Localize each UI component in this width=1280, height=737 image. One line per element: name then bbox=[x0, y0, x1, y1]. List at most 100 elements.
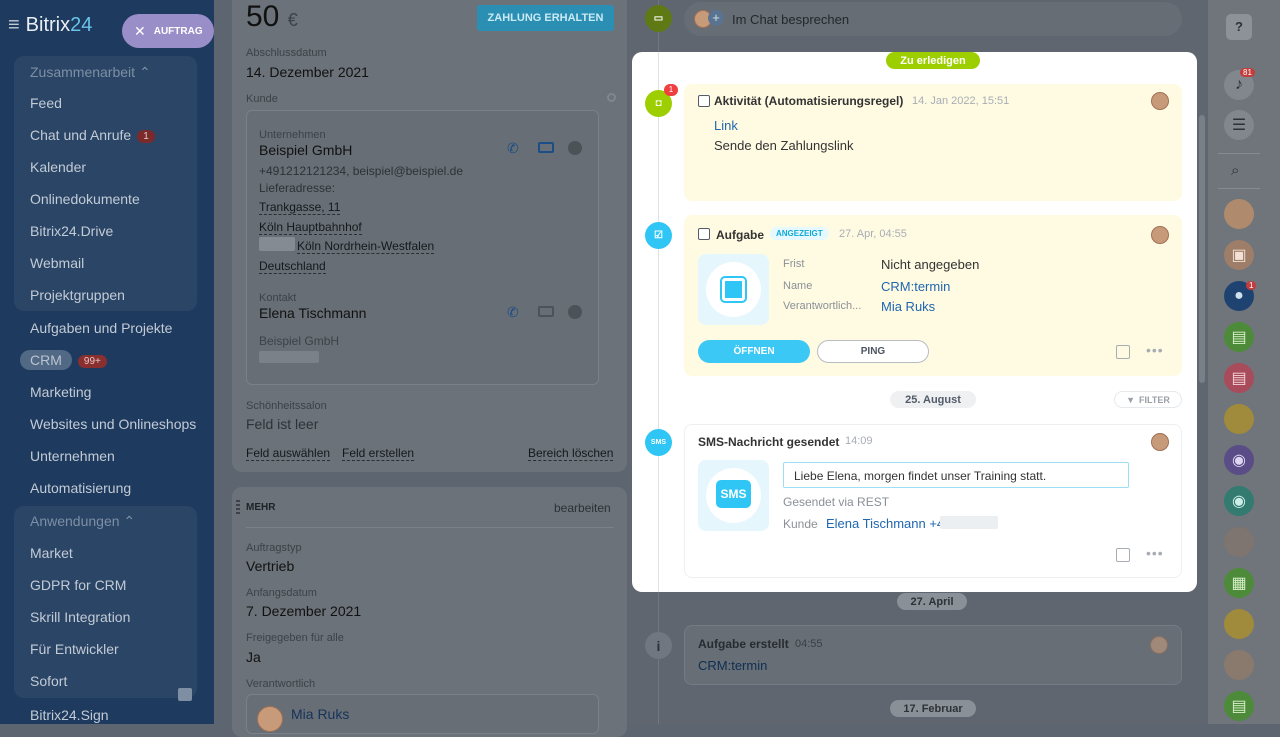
type-value: Vertrieb bbox=[246, 558, 295, 574]
task-name-value[interactable]: CRM:termin bbox=[881, 279, 950, 294]
activity-text: Sende den Zahlungslink bbox=[714, 138, 854, 153]
address-city[interactable]: Köln Nordrhein-Westfalen bbox=[297, 239, 435, 254]
phone-icon[interactable]: ✆ bbox=[507, 304, 519, 321]
nav-tasks[interactable]: Aufgaben und Projekte bbox=[30, 320, 172, 336]
nav-sites[interactable]: Websites und Onlineshops bbox=[30, 416, 196, 432]
nav-market[interactable]: Market bbox=[30, 545, 73, 561]
nav-feed[interactable]: Feed bbox=[30, 95, 62, 111]
mail-icon[interactable] bbox=[538, 142, 554, 153]
printer-icon[interactable] bbox=[178, 688, 192, 701]
task-title: Aufgabe bbox=[716, 228, 764, 242]
contact-card-icon[interactable]: ▤ bbox=[1224, 363, 1254, 393]
delivery-label: Lieferadresse: bbox=[259, 181, 336, 195]
open-button[interactable]: ÖFFNEN bbox=[698, 340, 810, 363]
activity-checkbox[interactable] bbox=[698, 95, 710, 107]
nav-crm[interactable]: CRM 99+ bbox=[20, 350, 107, 370]
more-icon[interactable]: ••• bbox=[1146, 545, 1164, 561]
phone-icon[interactable]: ✆ bbox=[507, 140, 519, 157]
responsible-value[interactable]: Mia Ruks bbox=[291, 706, 349, 722]
plus-icon[interactable]: + bbox=[708, 10, 724, 26]
timeline-line bbox=[658, 52, 659, 592]
avatar[interactable] bbox=[1224, 609, 1254, 639]
activity-badge: 1 bbox=[664, 84, 678, 96]
avatar[interactable] bbox=[1150, 636, 1168, 654]
company-label: Unternehmen bbox=[259, 129, 326, 141]
nav-automation[interactable]: Automatisierung bbox=[30, 480, 131, 496]
avatar[interactable] bbox=[1224, 527, 1254, 557]
help-icon[interactable]: ? bbox=[1226, 14, 1252, 40]
avatar[interactable] bbox=[1224, 199, 1254, 229]
task-responsible-value[interactable]: Mia Ruks bbox=[881, 299, 935, 314]
company-name[interactable]: Beispiel GmbH bbox=[259, 142, 352, 158]
chat-icon[interactable] bbox=[568, 141, 582, 155]
contact-name[interactable]: Elena Tischmann bbox=[259, 305, 366, 321]
task-created-link[interactable]: CRM:termin bbox=[698, 658, 767, 673]
task-status-badge: ANGEZEIGT bbox=[770, 227, 829, 240]
menu-icon[interactable]: ≡ bbox=[8, 14, 20, 37]
lock-icon[interactable]: ▣ bbox=[1224, 240, 1254, 270]
nav-chat[interactable]: Chat und Anrufe 1 bbox=[30, 127, 155, 143]
drag-handle-icon[interactable] bbox=[236, 500, 240, 514]
payment-received-button[interactable]: ZAHLUNG ERHALTEN bbox=[477, 5, 614, 31]
address-country[interactable]: Deutschland bbox=[259, 259, 326, 274]
select-field-link[interactable]: Feld auswählen bbox=[246, 446, 331, 461]
nav-company[interactable]: Unternehmen bbox=[30, 448, 115, 464]
more-icon[interactable]: ••• bbox=[1146, 342, 1164, 358]
group-applications-header[interactable]: Anwendungen ⌃ bbox=[30, 513, 135, 530]
nav-documents[interactable]: Onlinedokumente bbox=[30, 191, 140, 207]
ping-button[interactable]: PING bbox=[817, 340, 929, 363]
nav-skrill[interactable]: Skrill Integration bbox=[30, 609, 130, 625]
filter-button[interactable]: ▼ FILTER bbox=[1114, 391, 1182, 408]
avatar[interactable] bbox=[257, 706, 283, 732]
group-collaboration-header[interactable]: Zusammenarbeit ⌃ bbox=[30, 64, 151, 81]
search-icon[interactable]: ⌕ bbox=[1231, 162, 1239, 179]
address-station[interactable]: Köln Hauptbahnhof bbox=[259, 220, 362, 235]
nav-calendar[interactable]: Kalender bbox=[30, 159, 86, 175]
calendar-icon[interactable]: ▦ bbox=[1224, 568, 1254, 598]
close-auftrag-button[interactable]: ✕ AUFTRAG bbox=[122, 14, 214, 48]
nav-gdpr[interactable]: GDPR for CRM bbox=[30, 577, 126, 593]
nav-developers[interactable]: Für Entwickler bbox=[30, 641, 119, 657]
delete-area-link[interactable]: Bereich löschen bbox=[528, 446, 614, 461]
sms-message: Liebe Elena, morgen findet unser Trainin… bbox=[783, 462, 1129, 488]
nav-workgroups[interactable]: Projektgruppen bbox=[30, 287, 125, 303]
contact-card-icon[interactable]: ▤ bbox=[1224, 691, 1254, 721]
note-icon[interactable] bbox=[1116, 345, 1130, 359]
activity-link[interactable]: Link bbox=[714, 118, 738, 133]
edit-link[interactable]: bearbeiten bbox=[554, 501, 611, 515]
chat-icon[interactable] bbox=[568, 305, 582, 319]
chevron-up-icon: ⌃ bbox=[138, 64, 151, 80]
company-contact: +491212121234, beispiel@beispiel.de bbox=[259, 164, 464, 178]
nav-webmail[interactable]: Webmail bbox=[30, 255, 84, 271]
start-value: 7. Dezember 2021 bbox=[246, 603, 362, 619]
nav-marketing[interactable]: Marketing bbox=[30, 384, 91, 400]
divider bbox=[1218, 153, 1260, 154]
gear-icon[interactable] bbox=[607, 93, 616, 102]
note-icon[interactable] bbox=[1116, 548, 1130, 562]
group-icon[interactable]: ◉ bbox=[1224, 486, 1254, 516]
nav-drive[interactable]: Bitrix24.Drive bbox=[30, 223, 113, 239]
scrollbar[interactable] bbox=[1199, 115, 1205, 383]
redacted-block bbox=[259, 237, 295, 251]
sms-client-value[interactable]: Elena Tischmann +4 bbox=[826, 516, 944, 531]
address-street[interactable]: Trankgasse, 11 bbox=[259, 200, 341, 215]
logo[interactable]: ≡ Bitrix24 bbox=[8, 14, 92, 37]
avatar[interactable] bbox=[1151, 433, 1169, 451]
avatar[interactable] bbox=[1151, 226, 1169, 244]
chat-list-icon[interactable]: ☰ bbox=[1224, 110, 1254, 140]
avatar[interactable] bbox=[1151, 92, 1169, 110]
nav-sofort[interactable]: Sofort bbox=[30, 673, 67, 689]
task-check-icon bbox=[720, 276, 747, 303]
avatar[interactable] bbox=[1224, 404, 1254, 434]
task-checkbox[interactable] bbox=[698, 228, 710, 240]
salon-value: Feld ist leer bbox=[246, 416, 319, 432]
contact-card-icon[interactable]: ▤ bbox=[1224, 322, 1254, 352]
chat-prompt-text[interactable]: Im Chat besprechen bbox=[732, 12, 849, 27]
nav-sign[interactable]: Bitrix24.Sign bbox=[30, 707, 109, 723]
avatar[interactable] bbox=[1224, 650, 1254, 680]
mail-icon[interactable] bbox=[538, 306, 554, 317]
chat-badge: 1 bbox=[137, 129, 155, 143]
create-field-link[interactable]: Feld erstellen bbox=[342, 446, 415, 461]
deal-amount: 50 € bbox=[246, 0, 298, 33]
group-icon[interactable]: ◉ bbox=[1224, 445, 1254, 475]
